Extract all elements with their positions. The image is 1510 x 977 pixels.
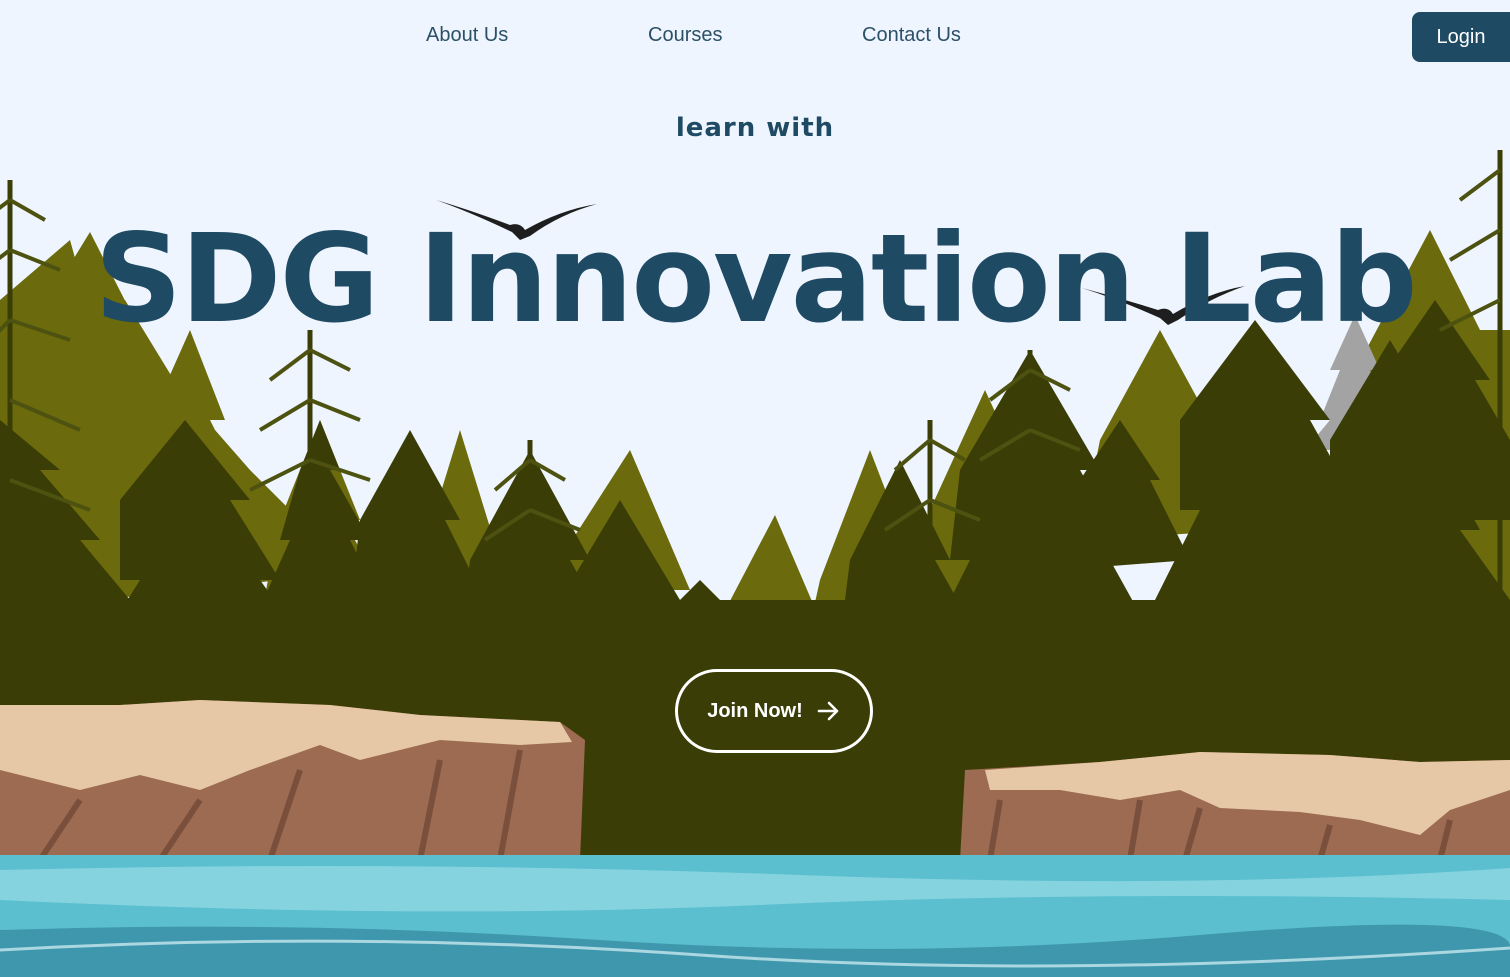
hero-title: SDG Innovation Lab — [94, 208, 1417, 350]
forest-background-illustration — [0, 0, 1510, 977]
arrow-right-icon — [817, 701, 839, 721]
hero-tagline: learn with — [675, 113, 835, 143]
right-cliff — [960, 752, 1510, 861]
nav-link-about-us[interactable]: About Us — [426, 24, 508, 47]
join-now-button[interactable]: Join Now! — [675, 669, 873, 753]
water — [0, 855, 1510, 977]
join-now-label: Join Now! — [707, 699, 803, 722]
top-navigation: About Us Courses Contact Us Login — [0, 0, 1510, 74]
left-cliff — [0, 700, 585, 862]
nav-link-courses[interactable]: Courses — [648, 24, 722, 47]
login-button[interactable]: Login — [1412, 12, 1510, 62]
nav-link-contact-us[interactable]: Contact Us — [862, 24, 961, 47]
